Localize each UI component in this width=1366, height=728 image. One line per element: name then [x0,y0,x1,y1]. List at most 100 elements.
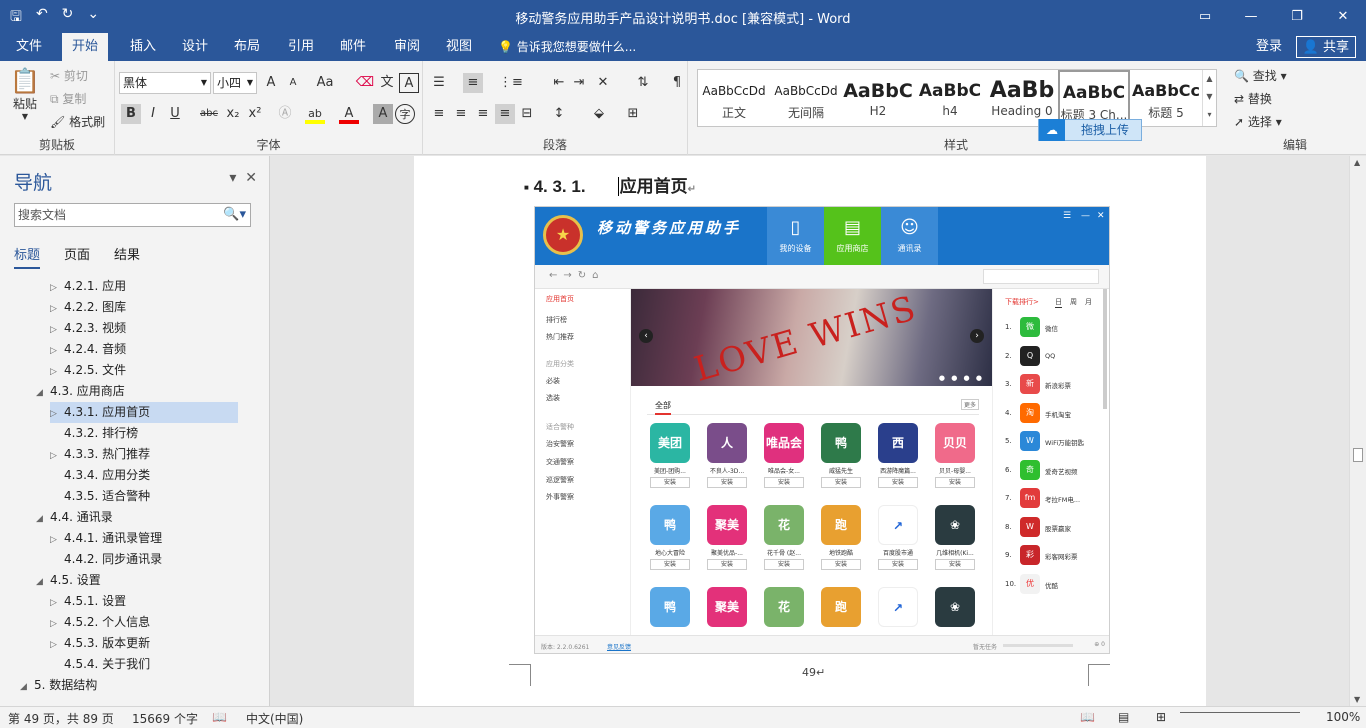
nav-tab-results[interactable]: 结果 [114,244,140,269]
nav-tab-headings[interactable]: 标题 [14,244,41,269]
italic-icon[interactable]: I [143,104,163,124]
app-card[interactable]: 鸭 [644,587,696,627]
caret-collapsed-icon[interactable]: ▷ [50,404,64,425]
rank-tab-day[interactable]: 日 [1055,297,1062,308]
restore-icon[interactable]: ❐ [1274,0,1320,33]
app-card[interactable]: 聚美 [701,587,753,627]
app-card[interactable]: ↗ [872,587,924,627]
app-card[interactable]: 西西游降魔篇... 安装 [872,423,924,488]
nav-item[interactable]: ▷ 4.5.2. 个人信息 [50,612,150,633]
caret-collapsed-icon[interactable]: ▷ [50,278,64,299]
nav-item[interactable]: ▷ 4.2.4. 音频 [50,339,126,360]
drag-upload-button[interactable]: ☁ 拖拽上传 [1038,119,1142,141]
nav-search-input[interactable]: 搜索文档 🔍▾ [14,203,251,227]
nav-item[interactable]: ▷ 4.2.1. 应用 [50,276,126,297]
styles-scroll[interactable]: ▲ ▼ ▾ [1202,70,1216,126]
rank-item[interactable]: 6. 奇爱奇艺视频 [1005,459,1105,482]
rank-item[interactable]: 4. 淘手机淘宝 [1005,402,1105,425]
zoom-level[interactable]: 100% [1326,710,1360,724]
caret-collapsed-icon[interactable]: ▷ [50,635,64,656]
caret-collapsed-icon[interactable]: ▷ [50,446,64,467]
caret-collapsed-icon[interactable]: ▷ [50,299,64,320]
category-all-tab[interactable]: 全部 [655,400,671,415]
format-painter-button[interactable]: 🖌 格式刷 [50,113,105,130]
banner-prev-icon[interactable]: ‹ [639,329,653,343]
rank-item[interactable]: 5. W WiFi万能钥匙 [1005,431,1105,453]
justify-icon[interactable]: ≡ [495,104,515,124]
install-button[interactable]: 安装 [935,559,975,570]
font-color-icon[interactable]: A [339,104,359,124]
app-card[interactable]: 跑 [815,587,867,627]
nav-item[interactable]: ▷ 4.2.2. 图库 [50,297,126,318]
caret-expanded-icon[interactable]: ◢ [36,383,50,404]
banner-dots[interactable]: ● ● ● ● [939,374,984,382]
proofing-icon[interactable]: 📖 [212,710,227,724]
zoom-slider[interactable] [1180,712,1300,713]
nav-item[interactable]: ▷ 4.5.1. 设置 [50,591,126,612]
align-right-icon[interactable]: ≡ [473,104,493,124]
minimize-icon[interactable]: — [1081,211,1090,221]
font-size-box[interactable]: 小四 ▼ [213,72,257,94]
select-button[interactable]: ➚ 选择 ▾ [1234,113,1282,130]
decrease-indent-icon[interactable]: ⇤ [549,73,569,93]
multilevel-list-icon[interactable]: ⋮≡ [499,73,523,93]
app-card[interactable]: 鸭威猛先生 安装 [815,423,867,488]
read-mode-icon[interactable]: 📖 [1080,710,1095,724]
rank-item[interactable]: 3. 新新浪彩票 [1005,374,1105,396]
tab-layout[interactable]: 布局 [224,33,270,61]
rank-item[interactable]: 1. 微微信 [1005,317,1105,339]
login-link[interactable]: 登录 [1256,33,1282,61]
distributed-icon[interactable]: ⊟ [517,104,537,124]
tab-home[interactable]: 开始 [62,33,109,61]
sidebar-item[interactable]: 应用首页 [546,294,574,304]
app-card[interactable]: 花花千骨 (赵... 安装 [758,505,810,570]
phonetic-guide-icon[interactable]: 文 [377,73,397,93]
install-button[interactable]: 安装 [707,477,747,488]
tab-references[interactable]: 引用 [278,33,324,61]
close-icon[interactable]: ✕ [1320,0,1366,33]
browser-nav-icons[interactable]: ←→↻⌂ [549,270,604,281]
cut-button[interactable]: ✂ 剪切 [50,67,88,84]
sidebar-item[interactable]: 交通警察 [546,457,574,467]
install-button[interactable]: 安装 [878,559,918,570]
superscript-icon[interactable]: x² [245,104,265,124]
show-marks-icon[interactable]: ¶ [667,73,687,93]
char-border-icon[interactable]: A [399,73,419,93]
nav-item[interactable]: ◢ 4.3. 应用商店 [36,381,125,402]
nav-item[interactable]: ◢ 4.4. 通讯录 [36,507,113,528]
word-count[interactable]: 15669 个字 [132,710,198,727]
line-spacing-icon[interactable]: ↕ [549,104,569,124]
sidebar-item[interactable]: 治安警察 [546,439,574,449]
rank-item[interactable]: 9. 彩彩客网彩票 [1005,545,1105,567]
nav-item[interactable]: ▷ 4.2.5. 文件 [50,360,126,381]
app-tab-contacts[interactable]: ☺ 通讯录 [881,207,938,265]
tab-insert[interactable]: 插入 [120,33,166,61]
caret-expanded-icon[interactable]: ◢ [36,509,50,530]
style-heading-0[interactable]: AaBb Heading 0 [986,70,1058,126]
font-name-box[interactable]: 黑体 ▼ [119,72,211,94]
tab-mailings[interactable]: 邮件 [330,33,376,61]
document-heading[interactable]: ■ 4. 3. 1. 应用首页↵ [524,172,696,197]
install-button[interactable]: 安装 [764,559,804,570]
enclose-char-icon[interactable]: 字 [395,104,415,124]
install-button[interactable]: 安装 [821,559,861,570]
nav-item[interactable]: ▷ 4.3.1. 应用首页 [50,402,238,423]
rank-tab-week[interactable]: 周 [1070,297,1077,307]
rank-item[interactable]: 2. Q QQ [1005,345,1105,368]
caret-expanded-icon[interactable]: ◢ [20,677,34,698]
sidebar-item[interactable]: 外事警察 [546,492,574,502]
grow-font-icon[interactable]: A [261,73,281,93]
sidebar-item[interactable]: 排行榜 [546,315,567,325]
nav-item[interactable]: ▷ 4.2.3. 视频 [50,318,126,339]
scroll-thumb[interactable] [1353,448,1363,462]
style-heading-3[interactable]: AaBbC 标题 3 Ch... [1058,70,1130,126]
rank-item[interactable]: 8. W 股票赢家 [1005,516,1105,539]
app-tab-store[interactable]: ▤ 应用商店 [824,207,881,265]
page-count[interactable]: 第 49 页，共 89 页 [8,710,114,727]
sidebar-item[interactable]: 必装 [546,376,560,386]
style-heading-5[interactable]: AaBbCc 标题 5 [1130,70,1202,126]
paste-button[interactable]: 📋 粘贴 ▼ [8,67,42,121]
sidebar-item[interactable]: 巡逻警察 [546,475,574,485]
install-button[interactable]: 安装 [878,477,918,488]
nav-item[interactable]: ▷ 4.3.3. 热门推荐 [50,444,150,465]
